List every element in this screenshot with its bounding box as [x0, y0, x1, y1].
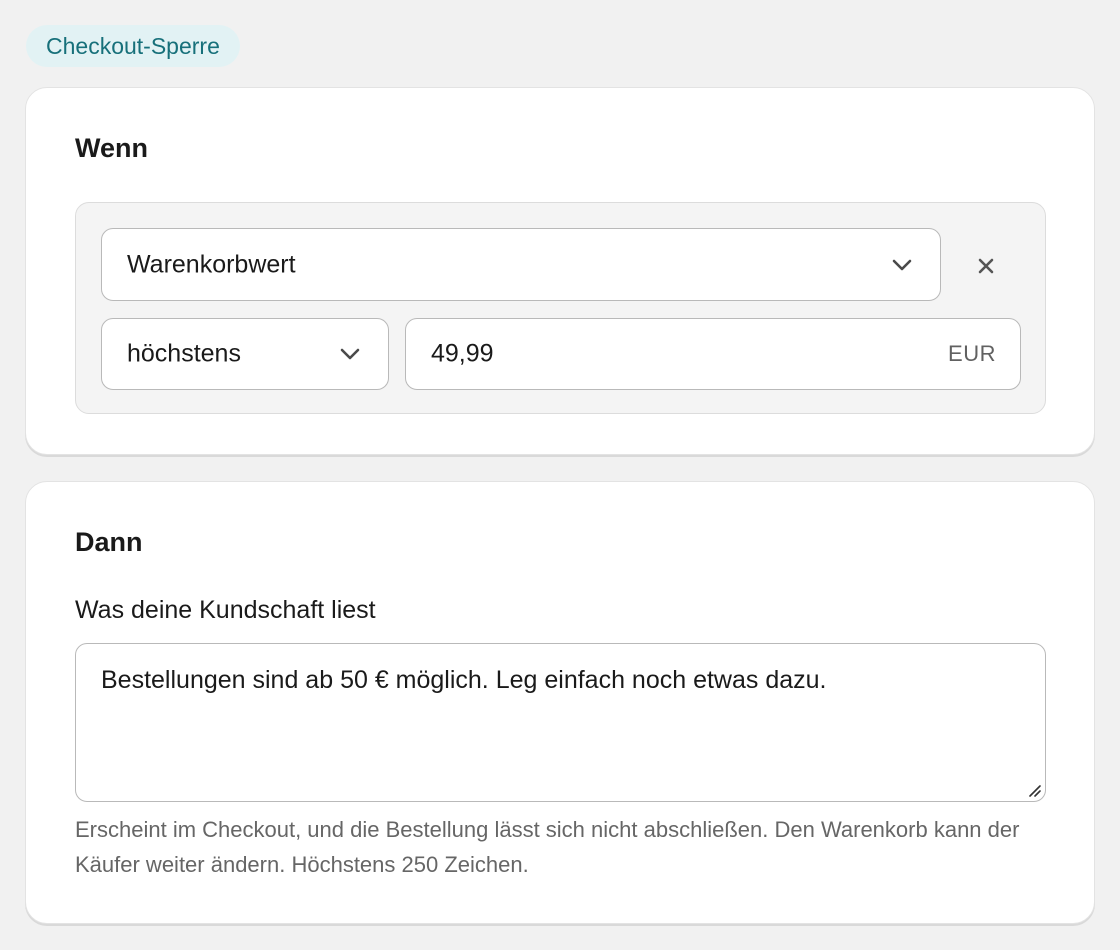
currency-unit: EUR	[948, 341, 996, 366]
condition-field-select[interactable]: Warenkorbwert	[101, 228, 941, 301]
condition-group: Warenkorbwert höchstens 49,99 EUR	[75, 202, 1046, 414]
amount-value: 49,99	[431, 339, 494, 368]
message-label: Was deine Kundschaft liest	[75, 596, 376, 624]
chevron-down-icon	[339, 347, 361, 361]
when-title: Wenn	[75, 133, 148, 163]
condition-operator-select[interactable]: höchstens	[101, 318, 389, 390]
resize-handle-icon[interactable]	[1025, 781, 1041, 797]
message-textarea[interactable]: Bestellungen sind ab 50 € möglich. Leg e…	[75, 643, 1046, 802]
message-text: Bestellungen sind ab 50 € möglich. Leg e…	[101, 666, 827, 694]
then-title: Dann	[75, 527, 143, 557]
rule-type-badge: Checkout-Sperre	[26, 25, 240, 67]
remove-condition-button[interactable]	[971, 251, 1001, 281]
message-help-text: Erscheint im Checkout, und die Bestellun…	[75, 817, 1020, 877]
condition-field-value: Warenkorbwert	[127, 250, 296, 278]
when-card: Wenn Warenkorbwert höchstens 49,99 EUR	[25, 87, 1095, 455]
then-card: Dann Was deine Kundschaft liest Bestellu…	[25, 481, 1095, 924]
condition-operator-value: höchstens	[127, 339, 241, 368]
close-icon	[977, 257, 995, 275]
chevron-down-icon	[891, 258, 913, 272]
amount-input[interactable]: 49,99 EUR	[405, 318, 1021, 390]
